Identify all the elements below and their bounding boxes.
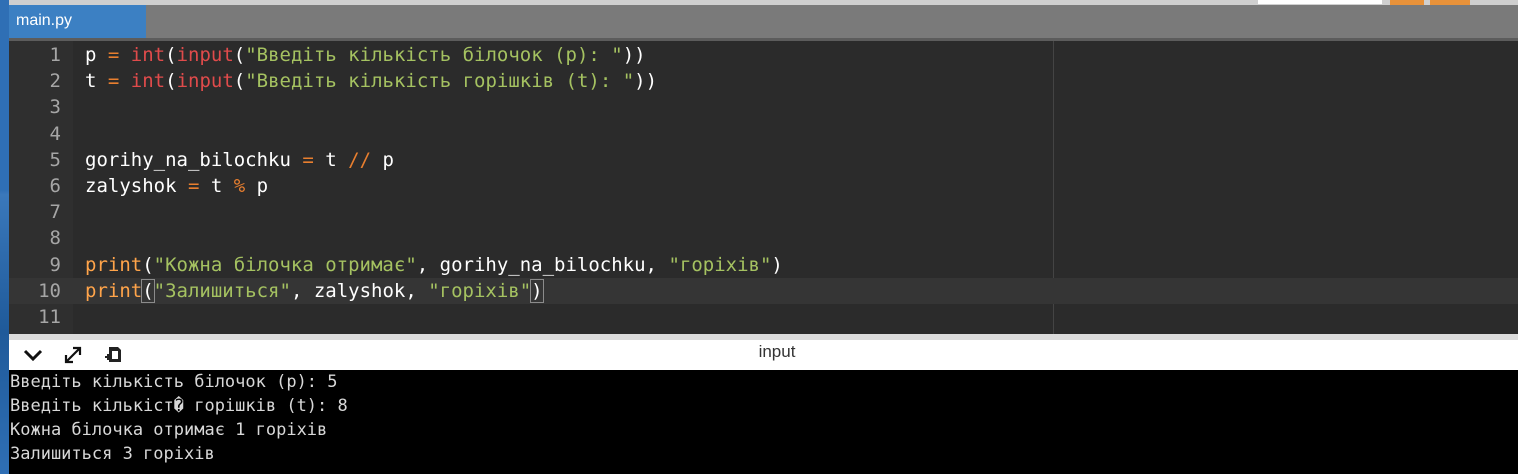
code-token: p bbox=[371, 148, 394, 171]
code-token: ( bbox=[141, 278, 155, 303]
code-token: ( bbox=[233, 44, 246, 66]
code-token: int bbox=[130, 44, 166, 66]
code-token: ( bbox=[233, 70, 246, 93]
code-token: ( bbox=[165, 44, 177, 66]
code-token: p bbox=[85, 44, 108, 66]
code-editor[interactable]: 1p = int(input("Введіть кількість білочо… bbox=[9, 41, 1518, 334]
code-token: print bbox=[85, 253, 143, 276]
line-number: 9 bbox=[49, 253, 61, 276]
code-token: t bbox=[85, 70, 108, 93]
console-line: Введіть кількіст� горішків (t): 8 bbox=[10, 396, 348, 416]
line-number: 10 bbox=[38, 279, 61, 302]
code-token: ) bbox=[771, 253, 783, 276]
code-token: = bbox=[107, 44, 120, 66]
code-text: t = int(input("Введіть кількість горішкі… bbox=[85, 68, 657, 94]
console-output[interactable]: Введіть кількість білочок (p): 5 Введіть … bbox=[9, 370, 1518, 474]
code-line[interactable]: 5 gorihy_na_bilochku = t // p bbox=[9, 147, 1518, 173]
code-text: gorihy_na_bilochku = t // p bbox=[85, 147, 394, 173]
text-cursor bbox=[542, 280, 544, 303]
code-token: print bbox=[85, 279, 143, 302]
line-number: 5 bbox=[49, 148, 61, 171]
code-token: t bbox=[199, 175, 234, 197]
code-token: input bbox=[176, 70, 234, 93]
code-token: )) bbox=[622, 44, 646, 66]
code-token: p bbox=[245, 175, 269, 197]
window-edge bbox=[0, 0, 9, 474]
code-token: , zalyshok, bbox=[290, 279, 429, 302]
top-search-field[interactable] bbox=[1258, 0, 1382, 4]
code-line[interactable]: 9 print("Кожна білочка отримає", gorihy_n… bbox=[9, 252, 1518, 278]
line-number: 4 bbox=[49, 122, 61, 145]
code-token: zalyshok bbox=[85, 175, 188, 197]
code-line[interactable]: 7 bbox=[9, 199, 1518, 225]
code-token: ( bbox=[142, 253, 154, 276]
code-line[interactable]: 8 bbox=[9, 225, 1518, 251]
code-token: , gorihy_na_bilochku, bbox=[416, 253, 669, 276]
line-number: 2 bbox=[49, 70, 61, 93]
code-line[interactable]: 2t = int(input("Введіть кількість горішк… bbox=[9, 68, 1518, 94]
tab-main-py[interactable]: main.py bbox=[9, 5, 146, 38]
code-token: "Введіть кількість білочок (p): " bbox=[245, 44, 623, 66]
code-token: ) bbox=[530, 278, 544, 303]
code-token: t bbox=[313, 148, 349, 171]
line-number: 3 bbox=[49, 96, 61, 119]
code-token: "Кожна білочка отримає" bbox=[153, 253, 417, 276]
code-token: input bbox=[176, 44, 234, 66]
code-token: "Залишиться" bbox=[153, 279, 291, 302]
code-token: "Введіть кількість горішків (t): " bbox=[245, 70, 635, 93]
code-token: = bbox=[187, 175, 200, 197]
code-text: print("Кожна білочка отримає", gorihy_na… bbox=[85, 252, 783, 278]
code-token: "горіхів" bbox=[668, 253, 772, 276]
tab-bar: main.py bbox=[9, 5, 1518, 41]
console-header: input bbox=[9, 340, 1518, 370]
code-token: // bbox=[348, 148, 372, 171]
line-number: 11 bbox=[38, 306, 61, 328]
code-line[interactable]: 3 bbox=[9, 94, 1518, 120]
code-line[interactable]: 6 zalyshok = t % p bbox=[9, 173, 1518, 199]
code-token: = bbox=[302, 148, 314, 171]
code-token: )) bbox=[634, 70, 658, 93]
code-token: "горіхів" bbox=[428, 279, 532, 302]
code-line[interactable]: 1p = int(input("Введіть кількість білочо… bbox=[9, 42, 1518, 68]
code-text: print("Залишиться", zalyshok, "горіхів") bbox=[85, 278, 544, 304]
code-token: = bbox=[107, 70, 120, 93]
code-token: % bbox=[233, 175, 246, 197]
line-number: 6 bbox=[49, 175, 61, 197]
console-title: input bbox=[758, 342, 796, 361]
code-token: gorihy_na_bilochku bbox=[85, 148, 303, 171]
code-line[interactable]: 4 bbox=[9, 121, 1518, 147]
line-number: 7 bbox=[49, 201, 61, 224]
code-token: ( bbox=[165, 70, 177, 93]
line-number: 1 bbox=[49, 44, 61, 66]
code-text: p = int(input("Введіть кількість білочок… bbox=[85, 42, 646, 68]
console-line: Залишиться 3 горіхів bbox=[10, 444, 215, 464]
code-line[interactable]: 10 print("Залишиться", zalyshok, "горіхів… bbox=[9, 277, 1518, 304]
console-line: Кожна білочка отримає 1 горіхів bbox=[10, 420, 328, 440]
line-number: 8 bbox=[49, 227, 61, 250]
code-token: int bbox=[130, 70, 166, 93]
code-line[interactable]: 11 bbox=[9, 304, 1518, 330]
code-text: zalyshok = t % p bbox=[85, 173, 268, 199]
console-line: Введіть кількість білочок (p): 5 bbox=[10, 372, 338, 392]
